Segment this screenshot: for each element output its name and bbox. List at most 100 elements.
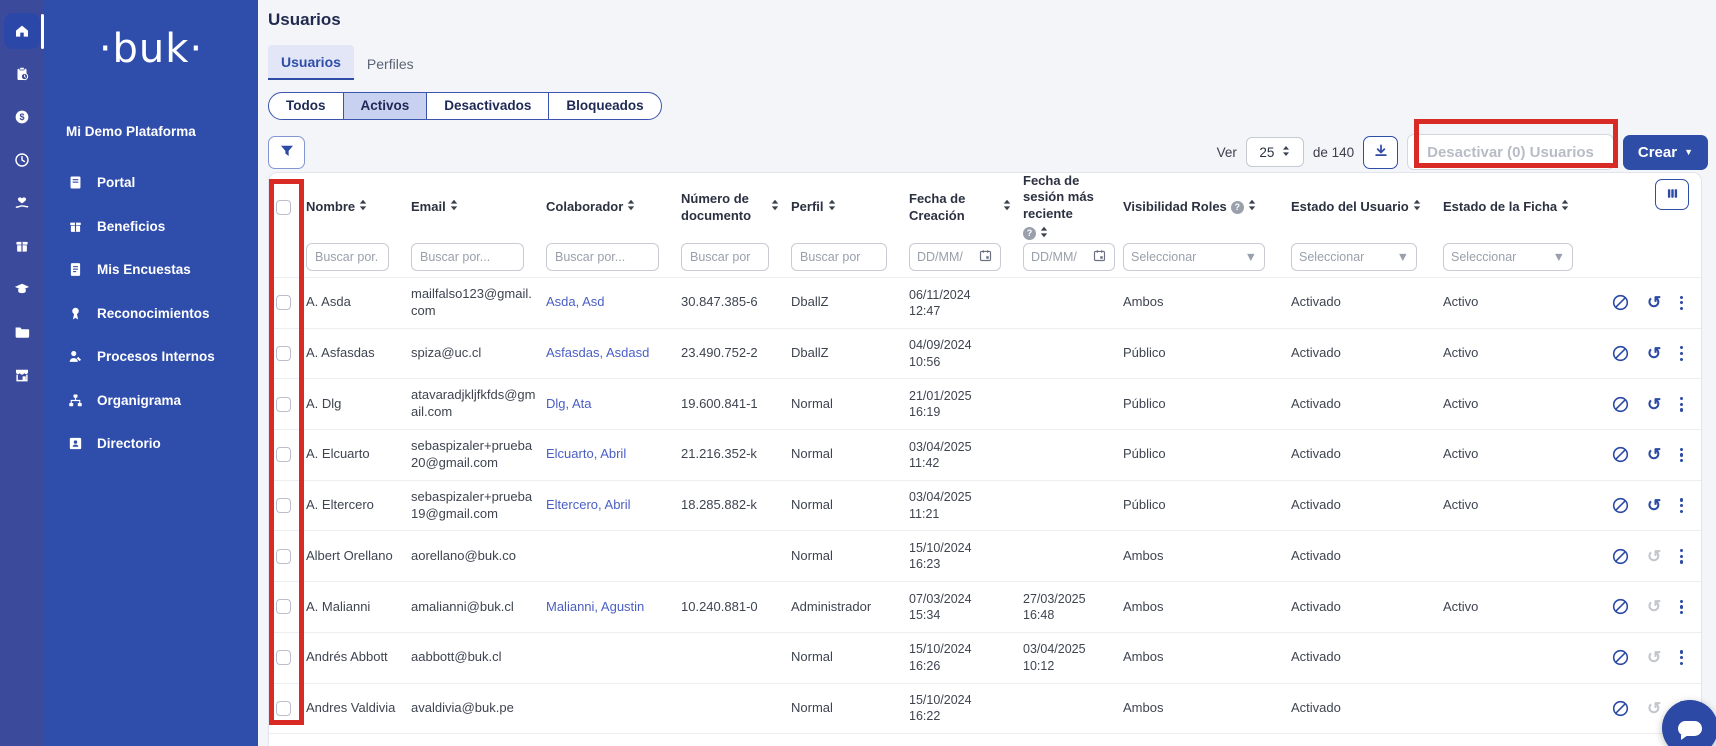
sort-icon[interactable]: [1413, 199, 1421, 215]
filter-input-email[interactable]: [411, 243, 524, 271]
sidebar-item-directorio[interactable]: Directorio: [44, 422, 258, 466]
row-checkbox[interactable]: [276, 447, 291, 462]
deactivate-user-icon[interactable]: [1611, 699, 1630, 718]
filter-input-perfil[interactable]: [791, 243, 887, 271]
row-menu-icon[interactable]: [1678, 648, 1685, 667]
filter-input-colaborador[interactable]: [546, 243, 659, 271]
rail-item-money[interactable]: $: [4, 99, 40, 135]
row-menu-icon[interactable]: [1678, 294, 1685, 313]
reset-password-icon[interactable]: ↺: [1647, 446, 1661, 463]
sort-icon[interactable]: [771, 199, 779, 215]
rail-item-folder[interactable]: [4, 314, 40, 350]
person-process-icon: [66, 348, 84, 366]
select-filter-visibilidad[interactable]: Seleccionar▼: [1123, 243, 1265, 271]
column-header-perfil[interactable]: Perfil: [791, 199, 909, 215]
reset-password-icon[interactable]: ↺: [1647, 497, 1661, 514]
column-header-visibilidad[interactable]: Visibilidad Roles?: [1123, 199, 1291, 215]
row-checkbox[interactable]: [276, 346, 291, 361]
sidebar-item-organigrama[interactable]: Organigrama: [44, 379, 258, 423]
sidebar-item-mis-encuestas[interactable]: Mis Encuestas: [44, 248, 258, 292]
chat-launcher-button[interactable]: [1662, 700, 1716, 746]
row-menu-icon[interactable]: [1678, 395, 1685, 414]
collaborator-link[interactable]: Asfasdas, Asdasd: [546, 345, 649, 360]
create-button[interactable]: Crear ▼: [1623, 135, 1708, 170]
row-checkbox[interactable]: [276, 599, 291, 614]
row-checkbox[interactable]: [276, 498, 291, 513]
date-filter-sesion[interactable]: DD/MM/: [1023, 243, 1115, 271]
column-header-nombre[interactable]: Nombre: [306, 199, 411, 215]
row-checkbox[interactable]: [276, 650, 291, 665]
rail-item-gift[interactable]: [4, 228, 40, 264]
column-header-estado_usuario[interactable]: Estado del Usuario: [1291, 199, 1443, 215]
sidebar-item-portal[interactable]: Portal: [44, 161, 258, 205]
rail-item-home[interactable]: [4, 13, 40, 49]
row-checkbox[interactable]: [276, 701, 291, 716]
sort-icon[interactable]: [1003, 199, 1011, 215]
row-menu-icon[interactable]: [1678, 446, 1685, 465]
sort-icon[interactable]: [450, 199, 458, 215]
row-checkbox[interactable]: [276, 549, 291, 564]
tab-usuarios[interactable]: Usuarios: [268, 45, 354, 80]
select-all-checkbox[interactable]: [276, 200, 291, 215]
rail-item-clipboard-clock[interactable]: [4, 56, 40, 92]
date-filter-creacion[interactable]: DD/MM/: [909, 243, 1001, 271]
column-header-colaborador[interactable]: Colaborador: [546, 199, 681, 215]
column-header-sesion[interactable]: Fecha de sesión más reciente?: [1023, 173, 1123, 242]
tab-perfiles[interactable]: Perfiles: [354, 47, 427, 80]
column-header-creacion[interactable]: Fecha de Creación: [909, 191, 1023, 224]
reset-password-icon[interactable]: ↺: [1647, 345, 1661, 362]
columns-config-button[interactable]: [1655, 179, 1689, 210]
reset-password-icon[interactable]: ↺: [1647, 294, 1661, 311]
collaborator-link[interactable]: Eltercero, Abril: [546, 497, 631, 512]
deactivate-user-icon[interactable]: [1611, 293, 1630, 312]
rail-item-clock[interactable]: [4, 142, 40, 178]
sort-icon[interactable]: [1248, 199, 1256, 215]
reset-password-icon[interactable]: ↺: [1647, 396, 1661, 413]
sort-icon[interactable]: [1561, 199, 1569, 215]
rail-item-storefront[interactable]: [4, 357, 40, 393]
filter-pill-desactivados[interactable]: Desactivados: [426, 93, 548, 119]
filter-pill-todos[interactable]: Todos: [269, 93, 343, 119]
sort-icon[interactable]: [627, 199, 635, 215]
sidebar-item-beneficios[interactable]: Beneficios: [44, 205, 258, 249]
sort-icon[interactable]: [359, 199, 367, 215]
rail-item-graduation-cap[interactable]: [4, 271, 40, 307]
deactivate-users-button[interactable]: Desactivar (0) Usuarios: [1407, 134, 1614, 170]
deactivate-user-icon[interactable]: [1611, 344, 1630, 363]
column-header-estado_ficha[interactable]: Estado de la Ficha: [1443, 199, 1599, 215]
sidebar-item-procesos-internos[interactable]: Procesos Internos: [44, 335, 258, 379]
deactivate-user-icon[interactable]: [1611, 445, 1630, 464]
rail-item-hand-heart[interactable]: [4, 185, 40, 221]
filter-button[interactable]: [268, 136, 305, 169]
collaborator-link[interactable]: Asda, Asd: [546, 294, 605, 309]
download-button[interactable]: [1363, 136, 1398, 169]
select-filter-estado_usuario[interactable]: Seleccionar▼: [1291, 243, 1417, 271]
column-header-email[interactable]: Email: [411, 199, 546, 215]
help-icon[interactable]: ?: [1231, 201, 1244, 214]
sidebar-item-reconocimientos[interactable]: Reconocimientos: [44, 292, 258, 336]
collaborator-link[interactable]: Dlg, Ata: [546, 396, 592, 411]
deactivate-user-icon[interactable]: [1611, 547, 1630, 566]
collaborator-link[interactable]: Malianni, Agustin: [546, 599, 644, 614]
row-checkbox[interactable]: [276, 397, 291, 412]
filter-input-documento[interactable]: [681, 243, 769, 271]
row-menu-icon[interactable]: [1678, 598, 1685, 617]
deactivate-user-icon[interactable]: [1611, 496, 1630, 515]
page-size-select[interactable]: 25: [1246, 137, 1304, 167]
row-menu-icon[interactable]: [1678, 547, 1685, 566]
row-menu-icon[interactable]: [1678, 344, 1685, 363]
row-menu-icon[interactable]: [1678, 496, 1685, 515]
help-icon[interactable]: ?: [1023, 227, 1036, 240]
select-filter-estado_ficha[interactable]: Seleccionar▼: [1443, 243, 1573, 271]
sort-icon[interactable]: [1040, 226, 1048, 242]
filter-pill-activos[interactable]: Activos: [343, 93, 427, 119]
collaborator-link[interactable]: Elcuarto, Abril: [546, 446, 626, 461]
filter-input-nombre[interactable]: [306, 243, 389, 271]
filter-pill-bloqueados[interactable]: Bloqueados: [548, 93, 660, 119]
sort-icon[interactable]: [828, 199, 836, 215]
deactivate-user-icon[interactable]: [1611, 395, 1630, 414]
row-checkbox[interactable]: [276, 295, 291, 310]
column-header-documento[interactable]: Número de documento: [681, 191, 791, 224]
deactivate-user-icon[interactable]: [1611, 648, 1630, 667]
deactivate-user-icon[interactable]: [1611, 597, 1630, 616]
